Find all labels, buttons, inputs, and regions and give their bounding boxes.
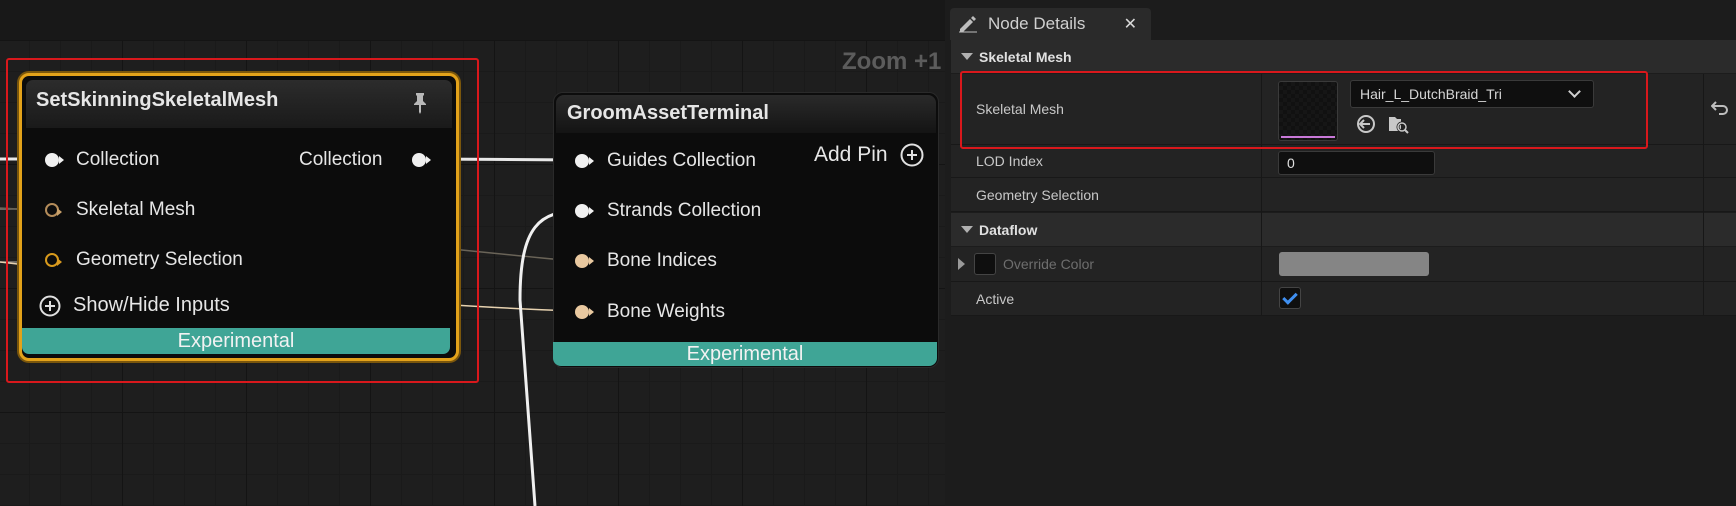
property-label: Override Color [1003, 256, 1095, 272]
pencil-icon [959, 16, 977, 33]
collapse-arrow-icon [961, 53, 973, 60]
pin-label: Collection [76, 149, 160, 170]
tab-node-details[interactable]: Node Details ✕ [950, 8, 1151, 40]
reset-to-default-icon[interactable] [1710, 100, 1729, 121]
lod-index-value: 0 [1287, 155, 1295, 171]
pin-in-skeletal-mesh[interactable]: Skeletal Mesh [45, 199, 195, 221]
property-label: Geometry Selection [976, 187, 1099, 203]
pin-icon [575, 305, 594, 319]
pin-label: Bone Weights [607, 301, 725, 322]
pin-in-guides-collection[interactable]: Guides Collection [575, 150, 756, 172]
property-label: Skeletal Mesh [976, 101, 1064, 117]
chevron-down-icon [1568, 85, 1581, 98]
property-label: Active [976, 291, 1015, 307]
pin-label: Skeletal Mesh [76, 199, 196, 220]
pin-icon [575, 204, 594, 218]
column-divider [1703, 74, 1704, 315]
thumbnail-accent-line [1281, 136, 1335, 138]
show-hide-inputs-button[interactable]: Show/Hide Inputs [39, 294, 230, 317]
pin-label: Guides Collection [607, 150, 756, 171]
section-title: Skeletal Mesh [979, 48, 1072, 65]
property-row-skeletal-mesh: Skeletal Mesh [951, 74, 1736, 145]
pin-label: Strands Collection [607, 200, 762, 221]
pin-icon [45, 203, 62, 217]
pin-in-bone-weights[interactable]: Bone Weights [575, 301, 725, 323]
pin-in-collection[interactable]: Collection [45, 149, 159, 171]
show-hide-label: Show/Hide Inputs [73, 294, 230, 316]
pin-icon [575, 254, 594, 268]
pin-out-collection[interactable]: Collection [299, 149, 432, 171]
add-pin-label: Add Pin [814, 143, 888, 166]
close-icon[interactable]: ✕ [1124, 14, 1137, 34]
active-checkbox[interactable] [1279, 287, 1301, 309]
node-title: GroomAssetTerminal [567, 102, 769, 124]
section-dataflow[interactable]: Dataflow [951, 213, 1736, 246]
add-circle-icon [900, 143, 924, 167]
pin-in-geometry-selection[interactable]: Geometry Selection [45, 249, 243, 271]
pin-in-strands-collection[interactable]: Strands Collection [575, 200, 761, 222]
pin-icon [45, 253, 62, 267]
pin-icon [412, 153, 432, 167]
column-divider [1261, 74, 1262, 315]
experimental-footer: Experimental [22, 328, 450, 354]
collapse-arrow-icon [961, 226, 973, 233]
add-pin-button[interactable]: Add Pin [814, 143, 924, 167]
property-label: LOD Index [976, 153, 1043, 169]
section-title: Dataflow [979, 221, 1038, 238]
experimental-footer: Experimental [553, 342, 937, 366]
property-row-geometry-selection: Geometry Selection [951, 178, 1736, 212]
node-groom-asset-terminal[interactable]: GroomAssetTerminal [553, 92, 939, 368]
tab-label: Node Details [988, 14, 1086, 33]
lod-index-field[interactable]: 0 [1278, 151, 1435, 175]
expand-arrow-icon[interactable] [958, 258, 965, 270]
skeletal-mesh-asset-picker[interactable]: Hair_L_DutchBraid_Tri [1350, 80, 1594, 108]
browse-to-asset-icon[interactable] [1387, 113, 1409, 140]
override-color-checkbox[interactable] [974, 253, 996, 275]
asset-thumbnail[interactable] [1278, 81, 1338, 141]
section-skeletal-mesh[interactable]: Skeletal Mesh [951, 40, 1736, 73]
selected-asset: Hair_L_DutchBraid_Tri [1360, 86, 1502, 102]
pin-label: Bone Indices [607, 250, 717, 271]
pin-in-bone-indices[interactable]: Bone Indices [575, 250, 717, 272]
graph-editor-canvas[interactable]: Zoom +1 SetSkinningSkeletalMesh Collecti… [0, 0, 945, 506]
use-selected-asset-icon[interactable] [1355, 114, 1377, 139]
pin-label: Geometry Selection [76, 249, 243, 270]
pin-icon [45, 153, 64, 167]
pin-icon [575, 154, 594, 168]
property-row-active: Active [951, 282, 1736, 316]
node-title: SetSkinningSkeletalMesh [36, 89, 279, 111]
override-color-swatch[interactable] [1279, 252, 1429, 276]
zoom-indicator: Zoom +1 [842, 48, 942, 75]
add-circle-icon [39, 295, 61, 316]
pin-node-icon[interactable] [412, 92, 428, 119]
pin-label: Collection [299, 149, 383, 170]
